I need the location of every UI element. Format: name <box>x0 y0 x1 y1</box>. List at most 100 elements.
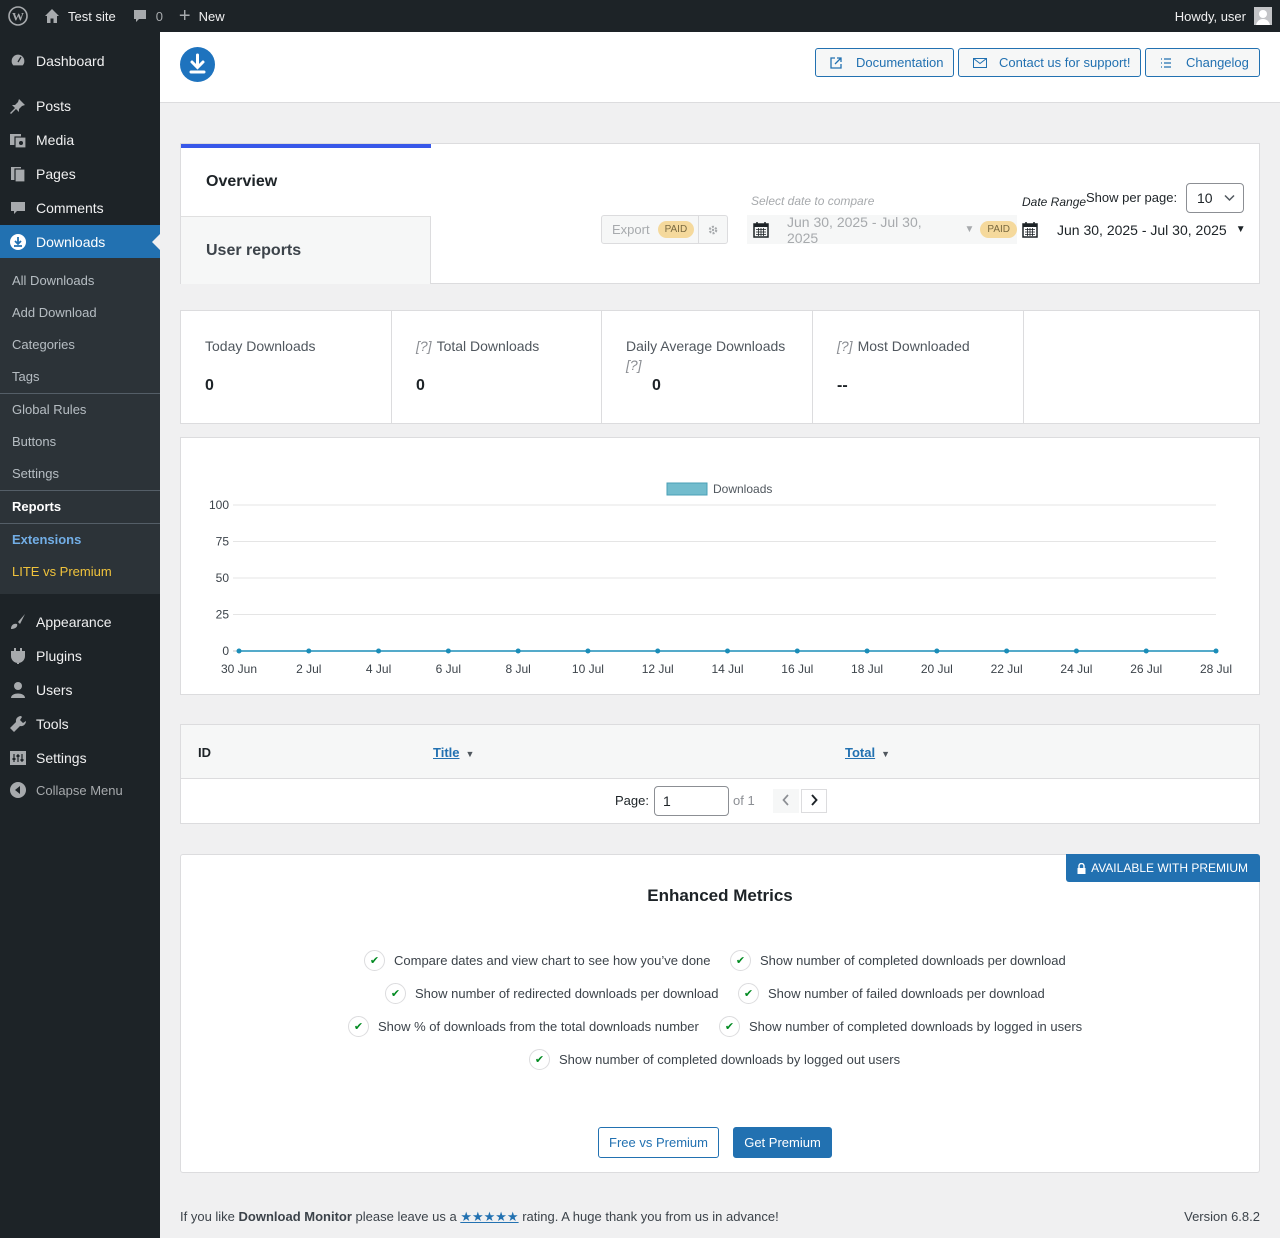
documentation-button[interactable]: Documentation <box>815 48 954 77</box>
previous-page-button[interactable] <box>773 789 799 813</box>
new-content-link[interactable]: + New <box>171 0 233 32</box>
plus-icon: + <box>178 5 191 27</box>
x-tick-label: 2 Jul <box>296 662 321 676</box>
tab-user-reports[interactable]: User reports <box>181 216 431 284</box>
sort-down-icon: ▼ <box>881 749 891 759</box>
sidebar-item-label: Dashboard <box>36 53 105 69</box>
submenu-add-download[interactable]: Add Download <box>12 305 97 320</box>
contact-support-button[interactable]: Contact us for support! <box>958 48 1141 77</box>
column-total[interactable]: Total ▼ <box>845 745 890 760</box>
y-tick-label: 50 <box>216 571 230 585</box>
plugin-name: Download Monitor <box>238 1209 352 1224</box>
list-icon <box>1160 57 1174 69</box>
feature-text: Show number of completed downloads by lo… <box>559 1052 901 1067</box>
submenu-extensions[interactable]: Extensions <box>12 532 81 547</box>
date-range-picker[interactable]: Jun 30, 2025 - Jul 30, 2025 ▼ <box>1022 215 1247 244</box>
data-point <box>236 648 242 654</box>
sidebar-item-posts[interactable]: Posts <box>0 89 160 123</box>
get-premium-button[interactable]: Get Premium <box>733 1127 832 1158</box>
compare-range-value: Jun 30, 2025 - Jul 30, 2025 <box>787 213 922 246</box>
x-tick-label: 10 Jul <box>572 662 604 676</box>
chevron-down-icon: ▼ <box>1235 224 1246 235</box>
changelog-button[interactable]: Changelog <box>1145 48 1260 77</box>
submenu-tags[interactable]: Tags <box>12 369 39 384</box>
help-icon[interactable]: [?] <box>626 357 642 373</box>
submenu-reports[interactable]: Reports <box>12 499 61 514</box>
next-page-button[interactable] <box>801 789 827 813</box>
sidebar-item-settings[interactable]: Settings <box>0 741 160 775</box>
checkmark-icon: ✔ <box>348 1016 369 1037</box>
page-label: Page: <box>615 793 649 808</box>
wordpress-logo-icon[interactable]: W <box>0 0 36 32</box>
stat-title-text: Total Downloads <box>436 338 540 354</box>
downloads-chart-panel: 0 25 50 75 100 30 Jun 2 Jul 4 Jul 6 Jul 8 Jul 10 J… <box>180 437 1260 695</box>
sidebar-item-media[interactable]: Media <box>0 123 160 157</box>
stat-total-downloads: [?] Total Downloads 0 <box>392 311 602 423</box>
y-tick-label: 0 <box>222 644 229 658</box>
x-tick-label: 4 Jul <box>366 662 391 676</box>
calendar-icon <box>753 221 769 238</box>
submenu-all-downloads[interactable]: All Downloads <box>12 273 94 288</box>
submenu-categories[interactable]: Categories <box>12 337 75 352</box>
column-title[interactable]: Title ▼ <box>433 745 474 760</box>
sidebar-item-dashboard[interactable]: Dashboard <box>0 44 160 78</box>
sidebar-item-tools[interactable]: Tools <box>0 707 160 741</box>
stat-title: Daily Average Downloads <box>626 338 786 354</box>
column-total-link[interactable]: Total <box>845 745 875 760</box>
tab-overview[interactable]: Overview <box>181 144 431 216</box>
x-tick-label: 30 Jun <box>221 662 257 676</box>
sidebar-item-label: Comments <box>36 200 104 216</box>
comments-link[interactable]: 0 <box>124 0 171 32</box>
data-point <box>585 648 591 654</box>
sidebar-item-label: Collapse Menu <box>36 782 123 798</box>
sidebar-item-users[interactable]: Users <box>0 673 160 707</box>
download-icon <box>0 233 36 251</box>
sidebar-item-pages[interactable]: Pages <box>0 157 160 191</box>
sidebar-item-downloads[interactable]: Downloads <box>0 225 160 259</box>
submenu-divider <box>0 393 160 394</box>
media-icon <box>0 131 36 149</box>
legend-label: Downloads <box>713 482 772 496</box>
submenu-buttons[interactable]: Buttons <box>12 434 56 449</box>
sidebar-item-appearance[interactable]: Appearance <box>0 605 160 639</box>
documentation-label: Documentation <box>856 55 944 70</box>
sidebar-item-label: Plugins <box>36 648 82 664</box>
rating-stars-link[interactable]: ★★★★★ <box>460 1209 518 1224</box>
footer: If you like Download Monitor please leav… <box>180 1209 1260 1225</box>
sidebar-item-comments[interactable]: Comments <box>0 191 160 225</box>
submenu-global-rules[interactable]: Global Rules <box>12 402 86 417</box>
sidebar-item-plugins[interactable]: Plugins <box>0 639 160 673</box>
stat-value: 0 <box>416 377 425 394</box>
free-vs-premium-button[interactable]: Free vs Premium <box>598 1127 719 1158</box>
footer-text: rating. A huge thank you from us in adva… <box>518 1209 779 1224</box>
stat-daily-average: Daily Average Downloads [?] 0 <box>602 311 813 423</box>
chevron-right-icon <box>810 793 818 809</box>
help-icon[interactable]: [?] <box>837 338 853 354</box>
x-tick-label: 24 Jul <box>1060 662 1092 676</box>
collapse-menu-button[interactable]: Collapse Menu <box>0 773 160 807</box>
comment-icon <box>0 199 36 217</box>
page-number-input[interactable] <box>654 786 729 816</box>
gear-icon[interactable] <box>698 216 727 243</box>
per-page-select[interactable]: 10 <box>1186 183 1244 213</box>
checkmark-icon: ✔ <box>738 983 759 1004</box>
chevron-left-icon <box>782 793 790 809</box>
stat-value: 0 <box>205 377 214 394</box>
plugin-icon <box>0 647 36 665</box>
column-title-link[interactable]: Title <box>433 745 460 760</box>
stats-panel: Today Downloads 0 [?] Total Downloads 0 D… <box>180 310 1260 424</box>
submenu-settings[interactable]: Settings <box>12 466 59 481</box>
help-icon[interactable]: [?] <box>416 338 432 354</box>
x-tick-label: 12 Jul <box>642 662 674 676</box>
my-account-link[interactable]: Howdy, user <box>1167 0 1280 32</box>
site-name-link[interactable]: Test site <box>36 0 124 32</box>
stat-title: [?] Most Downloaded <box>837 338 970 354</box>
compare-date-picker[interactable]: Jun 30, 2025 - Jul 30, 2025 ▼ PAID <box>747 213 1017 246</box>
data-point <box>1004 648 1010 654</box>
settings-icon <box>0 749 36 767</box>
data-point <box>445 648 451 654</box>
submenu-lite-vs-premium[interactable]: LITE vs Premium <box>12 564 112 579</box>
wrench-icon <box>0 715 36 733</box>
stat-value: -- <box>837 377 848 394</box>
export-button[interactable]: Export PAID <box>601 215 728 244</box>
